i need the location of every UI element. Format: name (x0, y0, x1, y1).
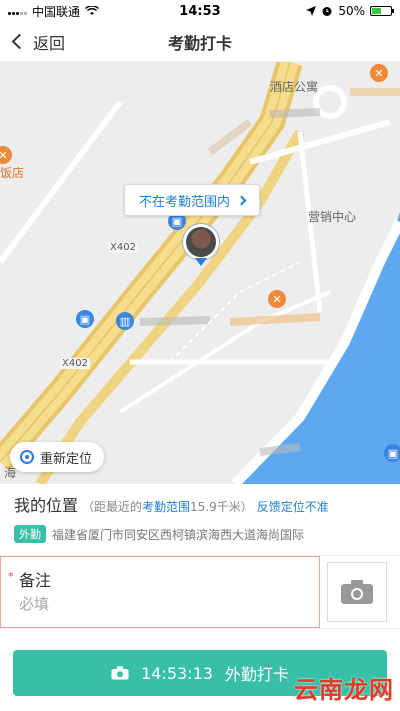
checkin-label: 外勤打卡 (224, 665, 289, 684)
alarm-icon (322, 7, 332, 16)
signal-icon (8, 7, 27, 15)
chevron-right-icon (236, 195, 247, 205)
checkin-time: 14:53:13 (141, 663, 213, 683)
remark-label: 备注 (19, 571, 52, 590)
chevron-left-icon (11, 33, 28, 50)
map-label-restaurant: 饭店 (0, 166, 25, 180)
battery-icon (370, 6, 394, 16)
feedback-link[interactable]: 反馈定位不准 (257, 498, 329, 515)
photo-button[interactable] (327, 562, 387, 622)
field-work-badge: 外勤 (14, 525, 46, 543)
location-line: 我的位置 （距最近的 考勤范围 15.9千米） 反馈定位不准 (14, 492, 386, 516)
battery-percent: 50% (338, 4, 365, 18)
restaurant-icon[interactable]: ✕ (370, 64, 388, 82)
required-mark: * (8, 570, 14, 583)
map-graphics (0, 62, 400, 484)
status-left: 中国联通 (8, 3, 100, 20)
user-location-pin (183, 224, 219, 270)
remark-row: * 备注 (0, 555, 400, 629)
remark-input[interactable] (9, 595, 289, 613)
relocate-label: 重新定位 (40, 451, 93, 467)
out-of-range-tip[interactable]: 不在考勤范围内 (124, 184, 261, 216)
back-button[interactable]: 返回 (0, 30, 65, 54)
location-arrow-icon (306, 6, 317, 16)
camera-icon (111, 666, 129, 680)
distance-prefix: （距最近的 (82, 500, 143, 514)
map-view[interactable]: 酒店公寓 营销中心 饭店 X402 X402 海 ✕ ✕ ✕ ▣ ▣ ▥ ▣ 不… (0, 62, 400, 484)
nav-bar: 返回 考勤打卡 (0, 22, 400, 62)
status-right: 50% (306, 4, 394, 18)
road-label-x402-upper: X402 (108, 242, 138, 253)
camera-icon (341, 580, 373, 604)
battery-fill (372, 8, 381, 14)
bus-stop-icon[interactable]: ▣ (76, 310, 94, 328)
road-label-x402-lower: X402 (60, 358, 90, 369)
attendance-range-link[interactable]: 考勤范围 (142, 498, 190, 515)
status-bar: 中国联通 14:53 50% (0, 0, 400, 22)
map-label-hotel: 酒店公寓 (270, 80, 319, 94)
pin-tail (195, 258, 207, 266)
restaurant-icon[interactable]: ✕ (268, 290, 286, 308)
distance-value: 15.9千米） (190, 500, 253, 514)
carrier-label: 中国联通 (32, 4, 81, 19)
map-label-sales-center: 营销中心 (308, 210, 357, 224)
address-text: 福建省厦门市同安区西柯镇滨海西大道海尚国际 (52, 527, 305, 542)
wifi-icon (85, 6, 100, 15)
location-panel: 我的位置 （距最近的 考勤范围 15.9千米） 反馈定位不准 外勤 福建省厦门市同安… (0, 484, 400, 543)
location-title: 我的位置 (14, 496, 79, 515)
location-target-icon (20, 450, 34, 464)
back-label: 返回 (33, 33, 66, 53)
bus-stop-icon[interactable]: ▣ (384, 444, 400, 462)
address-line: 外勤 福建省厦门市同安区西柯镇滨海西大道海尚国际 (14, 525, 386, 543)
remark-box[interactable]: * 备注 (0, 556, 320, 628)
watermark-logo: 云南龙网 (294, 676, 394, 704)
relocate-button[interactable]: 重新定位 (10, 442, 105, 472)
building-icon[interactable]: ▥ (116, 312, 134, 330)
range-tip-label: 不在考勤范围内 (139, 194, 231, 210)
avatar (183, 224, 219, 260)
